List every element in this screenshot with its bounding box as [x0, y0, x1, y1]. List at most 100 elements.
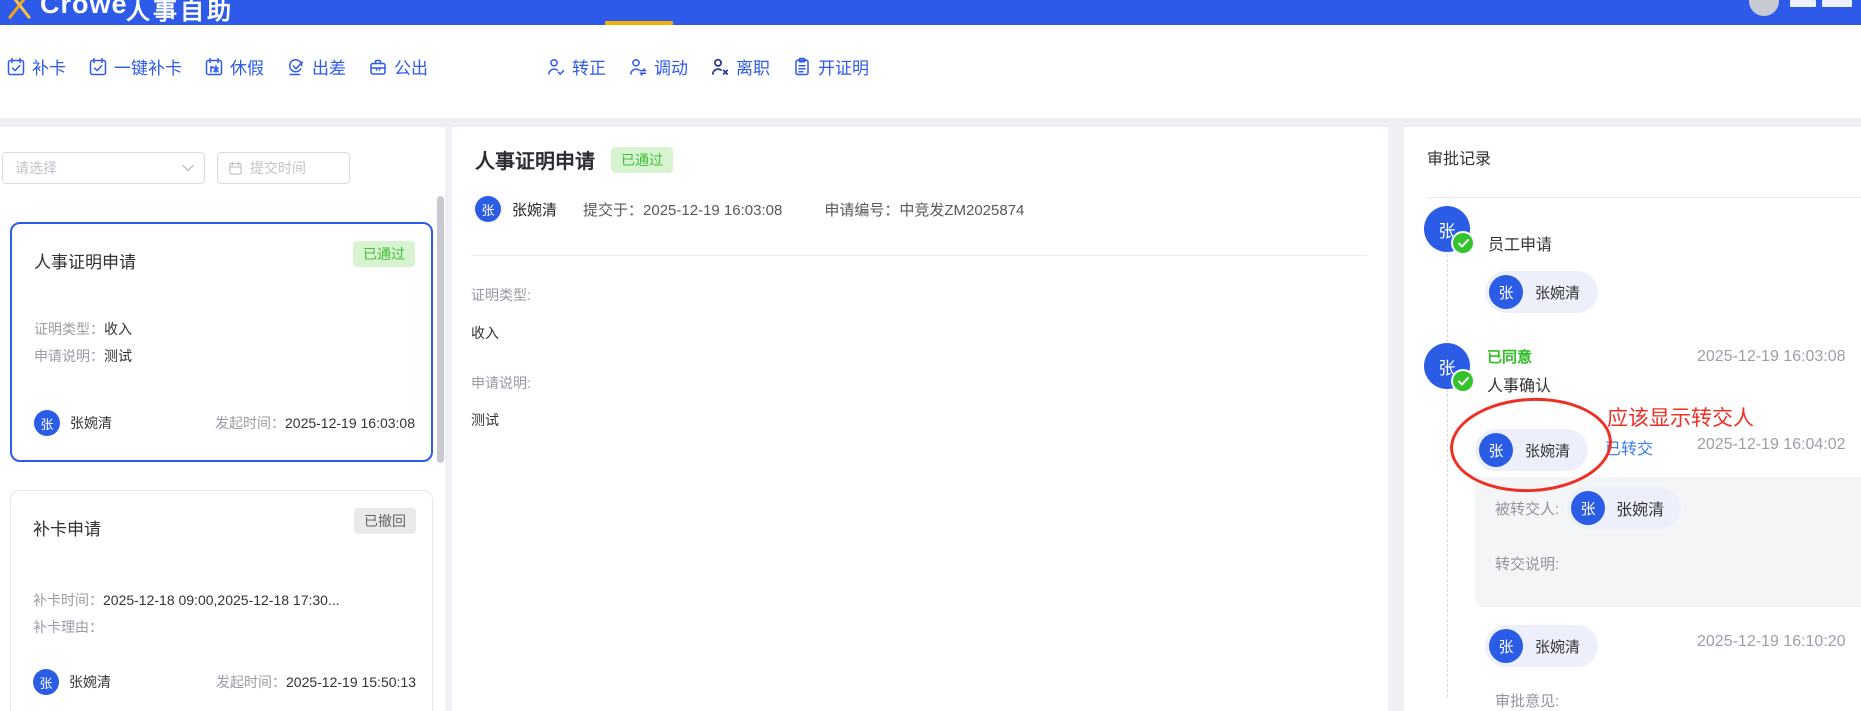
brand-logo-icon: [2, 0, 36, 22]
submit-time: 提交于：2025-12-19 16:03:08: [583, 201, 783, 219]
header-bar: Crowe 人事自助: [0, 0, 1861, 25]
avatar: 张: [1571, 491, 1606, 525]
field-value: 收入: [471, 325, 499, 341]
annotation-text: 应该显示转交人: [1607, 407, 1754, 430]
badge-check-icon: [288, 58, 304, 75]
toolbar-item-certificate[interactable]: 开证明: [792, 54, 869, 79]
toolbar-item-one-key-buka[interactable]: 一键补卡: [88, 54, 182, 79]
toolbar-item-resignation[interactable]: 离职: [710, 54, 770, 79]
field-label: 申请说明:: [471, 375, 531, 391]
toolbar-item-leave[interactable]: 休假: [204, 54, 264, 79]
avatar: 张: [1489, 629, 1523, 663]
person-name: 张婉清: [1616, 502, 1665, 519]
detail-header: 人事证明申请 已通过: [475, 145, 673, 174]
transfer-info-box: 被转交人: 张 张婉清 转交说明:: [1475, 477, 1861, 607]
calendar-rest-icon: [205, 57, 223, 75]
person-name: 张婉清: [1535, 284, 1581, 302]
field-value: 2025-12-18 09:00,2025-12-18 17:30...: [103, 592, 340, 608]
quick-actions-toolbar: 补卡 一键补卡 休假 出差 公出 转正 调动 离职 开证明: [0, 25, 1861, 118]
request-detail-panel: 人事证明申请 已通过 张 张婉清 提交于：2025-12-19 16:03:08…: [452, 127, 1388, 711]
user-avatar[interactable]: [1749, 0, 1779, 16]
person-chip: 张 张婉清: [1475, 429, 1589, 471]
card-footer: 张 张婉清 发起时间：2025-12-19 16:03:08: [34, 410, 415, 436]
applicant-name: 张婉清: [70, 415, 112, 431]
avatar: 张: [475, 196, 501, 222]
field-value: 测试: [104, 348, 132, 364]
submit-time-filter[interactable]: [217, 152, 350, 184]
detail-title: 人事证明申请: [475, 151, 595, 173]
step-time: 2025-12-19 16:10:20: [1697, 633, 1846, 650]
step-time: 2025-12-19 16:04:02: [1697, 436, 1846, 453]
divider: [1427, 197, 1861, 198]
select-placeholder: 请选择: [15, 160, 57, 176]
step-name: 人事确认: [1487, 378, 1552, 395]
start-time: 发起时间：2025-12-19 16:03:08: [215, 415, 415, 431]
timeline-line: [1447, 219, 1448, 697]
field-value: 测试: [471, 412, 499, 428]
detail-submit-row: 张 张婉清 提交于：2025-12-19 16:03:08 申请编号：中竞发ZM…: [475, 196, 1024, 222]
field-value: 收入: [104, 321, 132, 337]
person-name: 张婉清: [1525, 442, 1571, 460]
card-fields: 补卡时间：2025-12-18 09:00,2025-12-18 17:30..…: [33, 587, 340, 641]
toolbar-item-buka[interactable]: 补卡: [6, 54, 66, 79]
divider: [471, 255, 1367, 256]
status-badge: 已通过: [353, 241, 415, 267]
briefcase-icon: [370, 59, 386, 75]
approval-record-panel: 审批记录 张 员工申请 张 张婉清 张 已同意 人事确认 2025-12-19 …: [1404, 127, 1861, 711]
transferee-row: 被转交人: 张 张婉清: [1495, 487, 1682, 529]
transfer-note-row: 转交说明:: [1495, 553, 1559, 574]
applicant-name: 张婉清: [512, 201, 558, 219]
avatar: 张: [34, 410, 60, 436]
request-list-panel: 请选择 人事证明申请 已通过 证明类型：收入 申请说明：测试 张 张婉清 发起时…: [0, 127, 445, 711]
request-card[interactable]: 补卡申请 已撤回 补卡时间：2025-12-18 09:00,2025-12-1…: [10, 490, 433, 711]
request-number: 申请编号：中竞发ZM2025874: [824, 201, 1025, 219]
user-name-fragment: [1822, 0, 1852, 7]
app-root: { "header": { "brand": "Crowe", "product…: [0, 0, 1861, 711]
field-label: 证明类型：: [34, 321, 104, 337]
toolbar-item-transfer[interactable]: 调动: [628, 54, 688, 79]
request-card[interactable]: 人事证明申请 已通过 证明类型：收入 申请说明：测试 张 张婉清 发起时间：20…: [10, 222, 433, 462]
field-label: 证明类型:: [471, 287, 531, 303]
toolbar-item-business-trip[interactable]: 出差: [286, 54, 346, 79]
toolbar-item-official-out[interactable]: 公出: [368, 54, 428, 79]
step-name: 员工申请: [1488, 237, 1553, 254]
transferee-label: 被转交人:: [1495, 500, 1560, 518]
avatar: 张: [33, 669, 59, 695]
toolbar-item-regularization[interactable]: 转正: [546, 54, 606, 79]
brand-product-name: 人事自助: [126, 0, 234, 25]
user-leave-icon: [711, 58, 729, 75]
person-chip: 张 张婉清: [1485, 271, 1599, 313]
transfer-note-label: 转交说明:: [1495, 556, 1560, 573]
status-badge: 已通过: [611, 146, 673, 173]
field-label: 补卡时间：: [33, 592, 103, 608]
chevron-down-icon: [182, 164, 194, 172]
applicant-name: 张婉清: [69, 674, 111, 690]
card-footer: 张 张婉清 发起时间：2025-12-19 15:50:13: [33, 669, 416, 695]
status-badge: 已撤回: [354, 508, 416, 534]
step-status: 已同意: [1487, 349, 1533, 366]
user-check-icon: [548, 58, 565, 75]
person-name: 张婉清: [1535, 638, 1581, 656]
clipboard-icon: [795, 57, 809, 75]
avatar: 张: [1489, 275, 1523, 309]
approval-title: 审批记录: [1427, 151, 1492, 168]
person-chip: 张 张婉清: [1567, 487, 1682, 529]
submit-time-input[interactable]: [250, 160, 336, 176]
approval-opinion-label: 审批意见:: [1495, 693, 1560, 710]
approved-check-icon: [1453, 371, 1473, 391]
request-type-select[interactable]: 请选择: [2, 152, 205, 184]
card-fields: 证明类型：收入 申请说明：测试: [34, 316, 132, 370]
person-chip: 张 张婉清: [1485, 625, 1599, 667]
step-time: 2025-12-19 16:03:08: [1697, 348, 1846, 365]
brand-name: Crowe: [40, 0, 128, 19]
calendar-icon: [229, 161, 242, 175]
approved-check-icon: [1453, 233, 1473, 253]
transfer-status: 已转交: [1605, 441, 1654, 458]
user-name-fragment: [1790, 0, 1816, 7]
start-time: 发起时间：2025-12-19 15:50:13: [216, 674, 416, 690]
calendar-check-icon: [89, 57, 107, 75]
user-transfer-icon: [630, 58, 647, 76]
field-label: 补卡理由：: [33, 619, 103, 635]
list-scrollbar[interactable]: [437, 196, 444, 463]
avatar: 张: [1479, 433, 1513, 467]
